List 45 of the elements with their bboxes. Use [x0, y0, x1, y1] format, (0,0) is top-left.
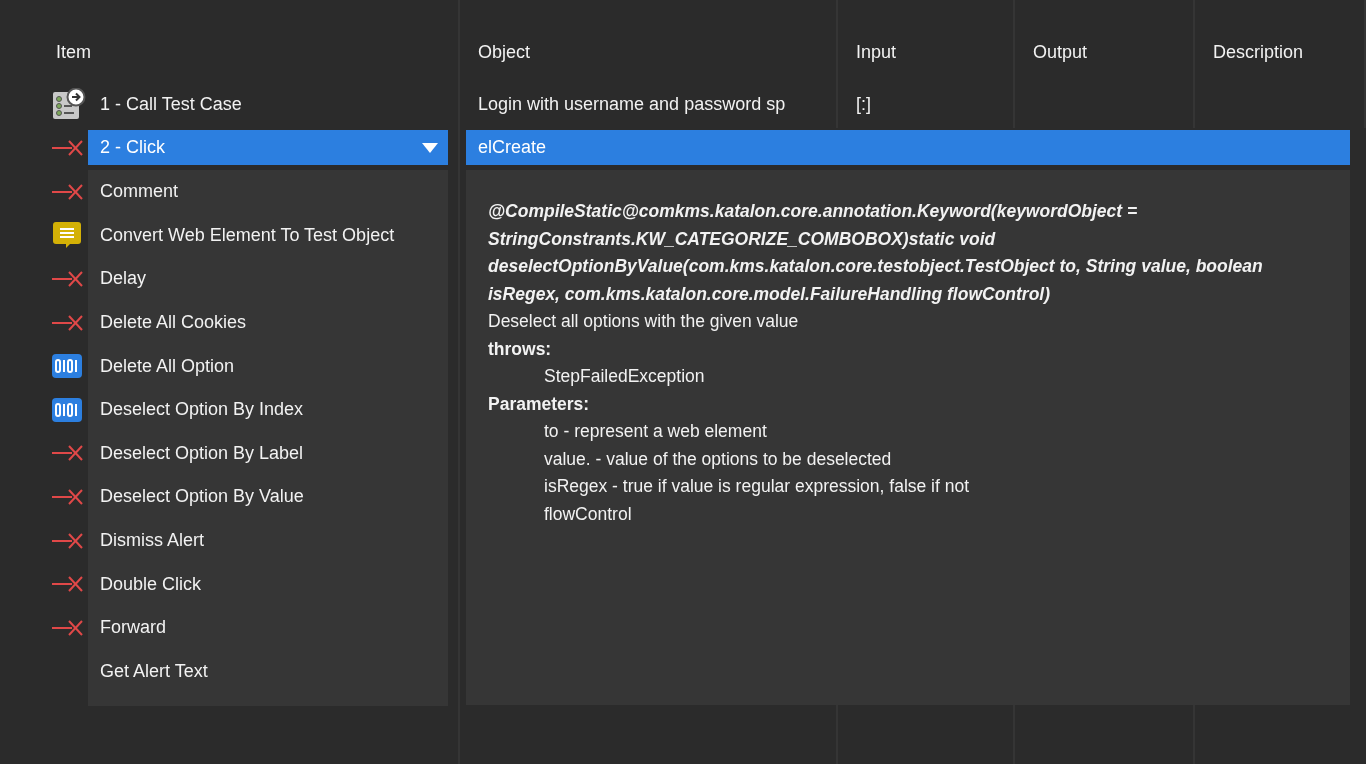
- dropdown-item[interactable]: Double Click: [88, 562, 448, 606]
- item-cell-text: 1 - Call Test Case: [100, 92, 242, 116]
- parameter-text: value. - value of the options to be deselected: [543, 447, 893, 471]
- dropdown-item[interactable]: Delete All Cookies: [88, 300, 448, 345]
- parameters-label: Parameters:: [488, 392, 591, 416]
- binary-icon: [52, 397, 82, 422]
- description-text: Deselect all options with the given value: [488, 310, 800, 333]
- column-header: Object: [478, 41, 531, 64]
- input-cell-text: [:]: [856, 92, 871, 116]
- cross-icon: [52, 139, 84, 157]
- cross-icon: [52, 270, 84, 288]
- dropdown-item[interactable]: Delay: [88, 257, 448, 301]
- object-field[interactable]: elCreate: [466, 130, 1350, 165]
- dropdown-item[interactable]: Get Alert Text: [88, 649, 448, 694]
- dropdown-item[interactable]: Delete All Option: [88, 344, 448, 388]
- dropdown-item[interactable]: Dismiss Alert: [88, 518, 448, 563]
- dropdown-item[interactable]: Deselect Option By Index: [88, 387, 448, 432]
- parameter-text: flowControl: [543, 502, 633, 526]
- dropdown-item[interactable]: Deselect Option By Label: [88, 431, 448, 476]
- parameter-text: to - represent a web element: [543, 420, 768, 443]
- column-header: Input: [856, 41, 897, 64]
- cross-icon: [52, 618, 84, 637]
- method-signature: @CompileStatic@comkms.katalon.core.annotation.Keyword(keywordObject = StringConstrants.KW_CATEGORIZE_COMBOBOX)static void deselectOptionByValue(com.kms.katalon.core.testobject.TestObject to, String value, boolean isRegex, com.kms.katalon.core.model.FailureHandling flowControl): [488, 200, 1264, 306]
- dropdown-item[interactable]: Comment: [88, 170, 448, 214]
- column-header: Item: [56, 41, 91, 64]
- parameter-text: isRegex - true if value is regular expression, false if not: [543, 475, 971, 498]
- cross-icon: [52, 444, 84, 463]
- checklist-arrow-icon: [52, 88, 86, 120]
- throws-label: throws:: [488, 337, 553, 361]
- item-dropdown[interactable]: 2 - Click: [88, 130, 448, 165]
- dropdown-item[interactable]: Deselect Option By Value: [88, 475, 448, 519]
- cross-icon: [52, 182, 84, 201]
- cross-icon: [52, 531, 84, 550]
- column-header: Output: [1033, 41, 1088, 64]
- cross-icon: [52, 487, 84, 506]
- cross-icon: [52, 313, 84, 332]
- caret-icon: [422, 142, 438, 153]
- exception-text: StepFailedException: [543, 365, 706, 388]
- binary-icon: [52, 354, 82, 379]
- column-header: Description: [1213, 41, 1304, 64]
- comment-icon: [52, 221, 82, 250]
- object-cell-text: Login with username and password sp: [478, 92, 786, 116]
- dropdown-item[interactable]: Convert Web Element To Test Object: [88, 213, 448, 258]
- cross-icon: [52, 575, 84, 594]
- dropdown-item[interactable]: Forward: [88, 605, 448, 650]
